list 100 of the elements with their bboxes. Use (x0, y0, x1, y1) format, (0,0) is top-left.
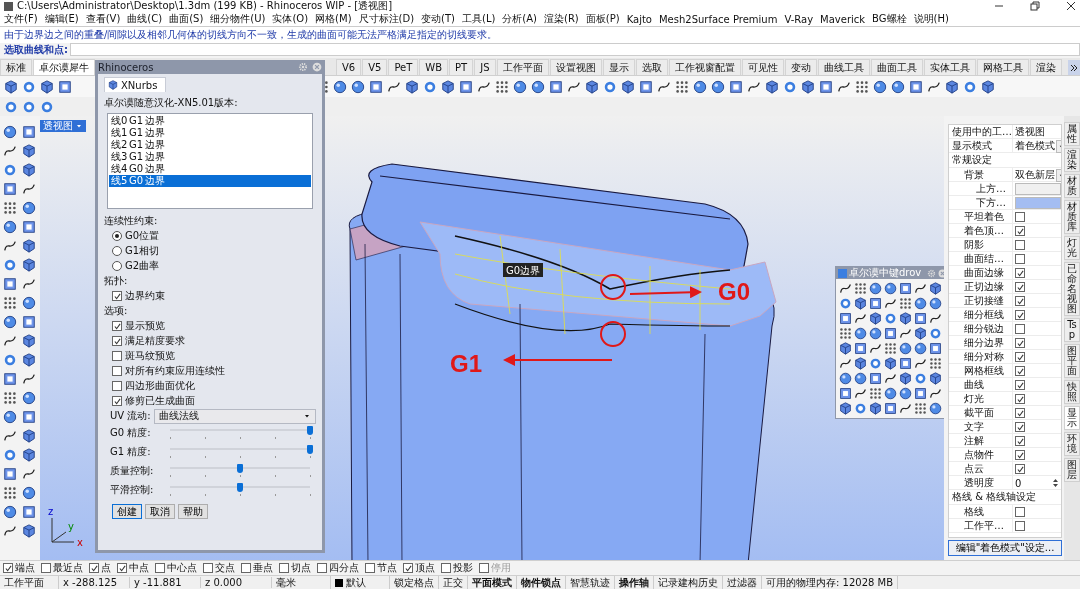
sphere-icon[interactable] (899, 342, 912, 355)
toolbar-tab[interactable]: 曲线工具 (817, 59, 870, 75)
spin-arrows-icon[interactable] (1052, 478, 1059, 488)
square-icon[interactable] (2, 181, 17, 196)
sphere-icon[interactable] (2, 504, 17, 519)
cube-icon[interactable] (21, 162, 36, 177)
square-icon[interactable] (914, 387, 927, 400)
ring-icon[interactable] (22, 79, 36, 94)
square-icon[interactable] (909, 79, 923, 94)
color-swatch[interactable] (1015, 183, 1061, 195)
viewport-tab[interactable]: 透视图 (40, 120, 86, 132)
curve-icon[interactable] (839, 357, 852, 370)
dropdown-value[interactable]: 双色新层 (1015, 168, 1055, 182)
menu-item[interactable]: 编辑(E) (44, 12, 79, 26)
checkbox[interactable] (1015, 521, 1025, 531)
checkbox[interactable] (279, 563, 289, 573)
dots-icon[interactable] (884, 342, 897, 355)
square-icon[interactable] (729, 79, 743, 94)
ring-icon[interactable] (854, 402, 867, 415)
status-toggle[interactable]: 操作轴 (615, 575, 654, 589)
toolbar-tab[interactable]: 设置视图 (549, 59, 602, 75)
osnap-label[interactable]: 中点 (129, 561, 149, 575)
cube-icon[interactable] (839, 402, 852, 415)
checkbox[interactable] (1015, 296, 1025, 306)
curve-icon[interactable] (854, 312, 867, 325)
toolbar-tab[interactable]: JS (474, 59, 496, 75)
checkbox-label[interactable]: 边界约束 (125, 289, 165, 303)
checkbox[interactable] (1015, 254, 1025, 264)
sphere-icon[interactable] (351, 79, 365, 94)
sphere-icon[interactable] (839, 372, 852, 385)
cube-icon[interactable] (839, 342, 852, 355)
checkbox[interactable] (117, 563, 127, 573)
slider[interactable] (170, 464, 310, 478)
checkbox[interactable] (1015, 436, 1025, 446)
sphere-icon[interactable] (854, 327, 867, 340)
osnap-label[interactable]: 交点 (215, 561, 235, 575)
checkbox[interactable] (1015, 212, 1025, 222)
side-tab[interactable]: 材质 (1064, 174, 1080, 198)
cube-icon[interactable] (21, 257, 36, 272)
osnap-label[interactable]: 中心点 (167, 561, 197, 575)
osnap-label[interactable]: 节点 (377, 561, 397, 575)
checkbox[interactable] (1015, 310, 1025, 320)
ring-icon[interactable] (884, 312, 897, 325)
layer-name[interactable]: 默认 (346, 575, 366, 589)
square-icon[interactable] (21, 504, 36, 519)
status-toggle[interactable]: 记录建构历史 (654, 575, 723, 589)
radio-label[interactable]: G0位置 (125, 229, 160, 243)
status-toggle[interactable]: 智慧轨迹 (566, 575, 615, 589)
curve-icon[interactable] (854, 387, 867, 400)
osnap-label[interactable]: 点 (101, 561, 111, 575)
toolbar-tab[interactable]: 显示 (602, 59, 635, 75)
ring-icon[interactable] (869, 357, 882, 370)
sphere-icon[interactable] (693, 79, 707, 94)
osnap-label[interactable]: 顶点 (415, 561, 435, 575)
sphere-icon[interactable] (899, 387, 912, 400)
menu-item[interactable]: V-Ray (784, 13, 814, 25)
checkbox[interactable] (112, 321, 122, 331)
sphere-icon[interactable] (21, 390, 36, 405)
sphere-icon[interactable] (854, 372, 867, 385)
sphere-icon[interactable] (884, 387, 897, 400)
menu-item[interactable]: 文件(F) (4, 12, 38, 26)
cube-icon[interactable] (621, 79, 635, 94)
dialog-button[interactable]: 创建 (112, 504, 142, 519)
number-field[interactable]: 0 (1015, 477, 1022, 489)
dots-icon[interactable] (854, 282, 867, 295)
list-item[interactable]: 线1 G1 边界 (109, 127, 311, 139)
cube-icon[interactable] (869, 312, 882, 325)
slider-thumb[interactable] (307, 426, 313, 435)
toolbar-tab[interactable]: 标准 (0, 59, 32, 75)
side-tab[interactable]: 显示 (1064, 406, 1080, 430)
caret-icon[interactable] (303, 412, 311, 420)
ring-icon[interactable] (839, 297, 852, 310)
sphere-icon[interactable] (21, 200, 36, 215)
curve-icon[interactable] (929, 312, 942, 325)
side-tab[interactable]: 图平面 (1064, 344, 1080, 378)
menu-item[interactable]: Kajto (626, 13, 652, 25)
checkbox[interactable] (3, 563, 13, 573)
cube-icon[interactable] (929, 282, 942, 295)
dropdown-value[interactable]: 着色模式 (1015, 139, 1055, 153)
curve-icon[interactable] (929, 387, 942, 400)
curve-icon[interactable] (884, 372, 897, 385)
checkbox[interactable] (112, 336, 122, 346)
sphere-icon[interactable] (21, 485, 36, 500)
menu-item[interactable]: 工具(L) (462, 12, 496, 26)
sphere-icon[interactable] (929, 402, 942, 415)
square-icon[interactable] (21, 124, 36, 139)
overflow-button[interactable] (1068, 60, 1080, 75)
checkbox[interactable] (403, 563, 413, 573)
side-tab[interactable]: Tsp (1064, 318, 1080, 342)
dots-icon[interactable] (839, 327, 852, 340)
menu-item[interactable]: 面板(P) (585, 12, 620, 26)
sphere-icon[interactable] (929, 297, 942, 310)
cube-icon[interactable] (441, 79, 455, 94)
checkbox[interactable] (1015, 408, 1025, 418)
menu-item[interactable]: 查看(V) (85, 12, 121, 26)
dots-icon[interactable] (929, 357, 942, 370)
cube-icon[interactable] (4, 79, 18, 94)
toolbar-tab[interactable]: 卓尔谟犀牛 (33, 59, 95, 75)
square-icon[interactable] (2, 466, 17, 481)
checkbox-label[interactable]: 满足精度要求 (125, 334, 185, 348)
